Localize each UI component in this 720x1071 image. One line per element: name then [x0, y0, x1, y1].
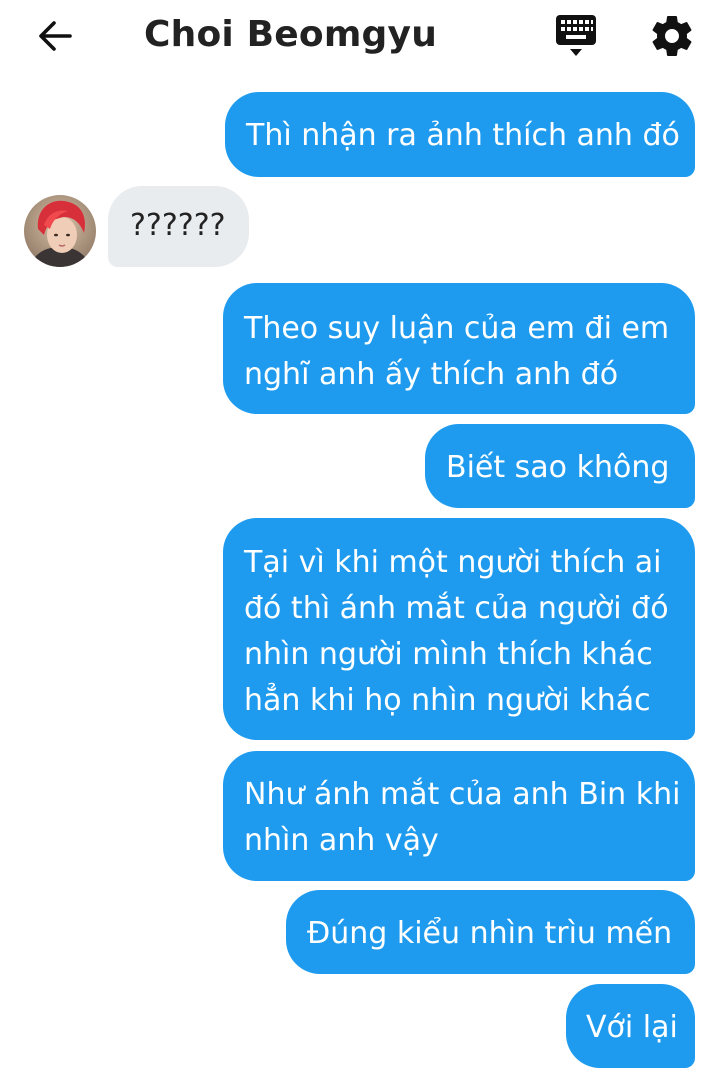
arrow-left-icon — [39, 21, 72, 51]
message-bubble-outgoing[interactable]: Với lại — [566, 984, 695, 1068]
avatar-photo — [24, 195, 96, 267]
message-bubble-outgoing[interactable]: Như ánh mắt của anh Bin khi nhìn anh vậy — [223, 751, 695, 881]
message-text: Như ánh mắt của anh Bin khi — [244, 777, 681, 812]
back-button[interactable] — [36, 16, 76, 56]
message-bubble-outgoing[interactable]: Biết sao không — [425, 424, 695, 508]
message-bubble-outgoing[interactable]: Tại vì khi một người thích ai đó thì ánh… — [223, 518, 695, 740]
message-bubble-outgoing[interactable]: Theo suy luận của em đi em nghĩ anh ấy t… — [223, 283, 695, 414]
keyboard-icon — [556, 15, 596, 56]
message-text: Với lại — [586, 1010, 678, 1045]
message-bubble-outgoing[interactable]: Thì nhận ra ảnh thích anh đó — [225, 92, 695, 177]
settings-button[interactable] — [648, 12, 696, 60]
message-text: Biết sao không — [446, 450, 670, 485]
message-text: nghĩ anh ấy thích anh đó — [244, 357, 619, 392]
message-text: nhìn người mình thích khác — [244, 637, 653, 672]
message-text: hẳn khi họ nhìn người khác — [244, 683, 651, 718]
message-bubble-incoming[interactable]: ?????? — [108, 186, 249, 267]
message-text: Theo suy luận của em đi em — [244, 311, 670, 346]
contact-avatar[interactable] — [24, 195, 96, 267]
contact-name: Choi Beomgyu — [144, 14, 438, 55]
gear-icon — [652, 16, 692, 56]
message-text: Thì nhận ra ảnh thích anh đó — [246, 118, 680, 153]
message-text: Tại vì khi một người thích ai — [244, 545, 662, 580]
message-bubble-outgoing[interactable]: Đúng kiểu nhìn trìu mến — [286, 890, 695, 974]
chat-header: Choi Beomgyu — [0, 0, 720, 72]
message-text: ?????? — [130, 208, 226, 243]
message-text: nhìn anh vậy — [244, 823, 439, 858]
message-text: Đúng kiểu nhìn trìu mến — [307, 916, 673, 951]
keyboard-button[interactable] — [552, 12, 600, 60]
message-text: đó thì ánh mắt của người đó — [244, 591, 669, 626]
